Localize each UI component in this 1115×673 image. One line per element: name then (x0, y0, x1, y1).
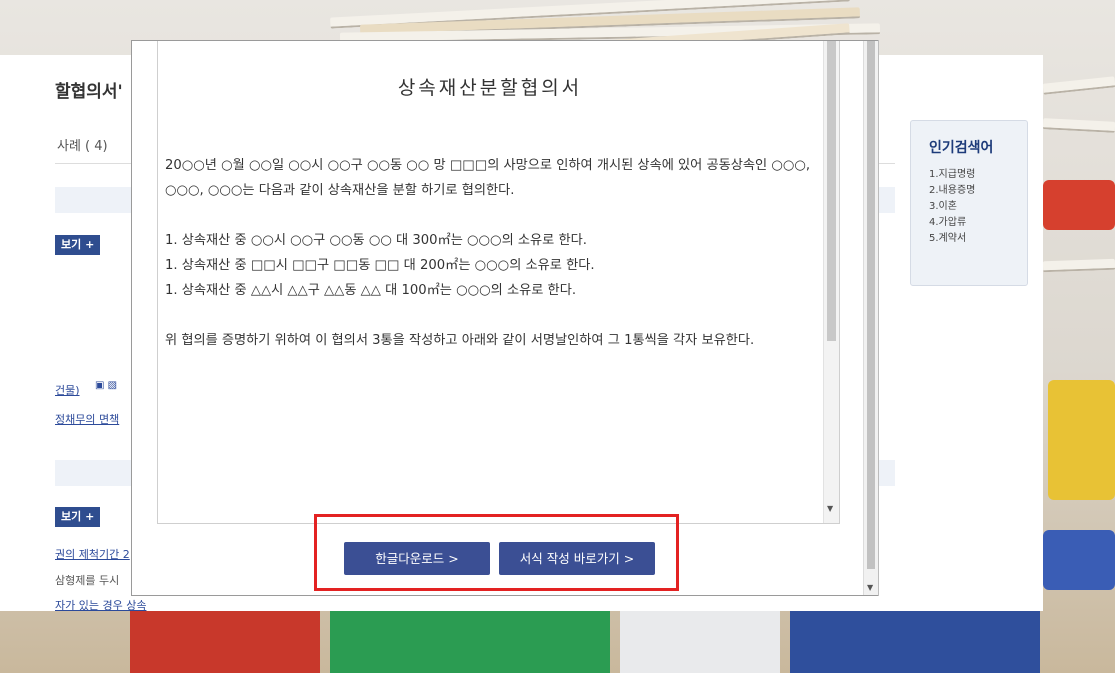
document-body: 20○○년 ○월 ○○일 ○○시 ○○구 ○○동 ○○ 망 □□□의 사망으로 … (165, 153, 815, 353)
file-type-icons[interactable]: ▣ ▧ (95, 380, 117, 391)
preview-scrollbar[interactable]: ▼ (823, 41, 839, 523)
form-shortcut-button[interactable]: 서식 작성 바로가기 > (499, 542, 655, 575)
related-link[interactable]: 자가 있는 경우 상속 (55, 597, 146, 611)
document-item: 1. 상속재산 중 △△시 △△구 △△동 △△ 대 100㎡는 ○○○의 소유… (165, 283, 577, 298)
scroll-down-arrow-icon[interactable]: ▼ (867, 583, 873, 592)
hwp-download-button[interactable]: 한글다운로드 > (344, 542, 490, 575)
popular-search-item[interactable]: 3.이혼 (929, 199, 1009, 215)
case-count-fragment[interactable]: 사례 ( 4) (57, 135, 108, 154)
related-link[interactable]: 건물) (55, 382, 80, 398)
document-item: 1. 상속재산 중 □□시 □□구 □□동 □□ 대 200㎡는 ○○○의 소유… (165, 258, 595, 273)
popular-search-item[interactable]: 2.내용증명 (929, 183, 1009, 199)
download-buttons-highlight: 한글다운로드 > 서식 작성 바로가기 > (314, 514, 679, 591)
popular-search-item[interactable]: 4.가압류 (929, 215, 1009, 231)
popular-search-item[interactable]: 5.계약서 (929, 231, 1009, 247)
more-button[interactable]: 보기 + (55, 507, 101, 527)
modal-scrollbar[interactable]: ▼ (863, 41, 878, 595)
more-button[interactable]: 보기 + (55, 235, 101, 255)
popular-search-list: 1.지급명령 2.내용증명 3.이혼 4.가압류 5.계약서 (929, 167, 1009, 247)
document-item: 1. 상속재산 중 ○○시 ○○구 ○○동 ○○ 대 300㎡는 ○○○의 소유… (165, 233, 587, 248)
page-title-fragment: 할협의서' (55, 82, 123, 102)
popular-search-heading: 인기검색어 (929, 140, 994, 156)
popular-search-box: 인기검색어 1.지급명령 2.내용증명 3.이혼 4.가압류 5.계약서 (910, 120, 1028, 286)
document-preview-modal: ▼ 상속재산분할협의서 20○○년 ○월 ○○일 ○○시 ○○구 ○○동 ○○ … (131, 40, 878, 596)
popular-search-item[interactable]: 1.지급명령 (929, 167, 1009, 183)
document-paragraph: 위 협의를 증명하기 위하여 이 협의서 3통을 작성하고 아래와 같이 서명날… (165, 333, 755, 348)
document-paragraph: 20○○년 ○월 ○○일 ○○시 ○○구 ○○동 ○○ 망 □□□의 사망으로 … (165, 158, 811, 198)
related-text: 삼형제를 두시 (55, 574, 120, 587)
modal-scrollbar-thumb[interactable] (867, 41, 875, 569)
document-title: 상속재산분할협의서 (397, 77, 583, 99)
related-link[interactable]: 정채무의 면책 (55, 411, 119, 427)
modal-edge (878, 40, 879, 596)
related-link[interactable]: 권의 제척기간 2 (55, 546, 130, 562)
scroll-down-arrow-icon[interactable]: ▼ (827, 504, 833, 513)
